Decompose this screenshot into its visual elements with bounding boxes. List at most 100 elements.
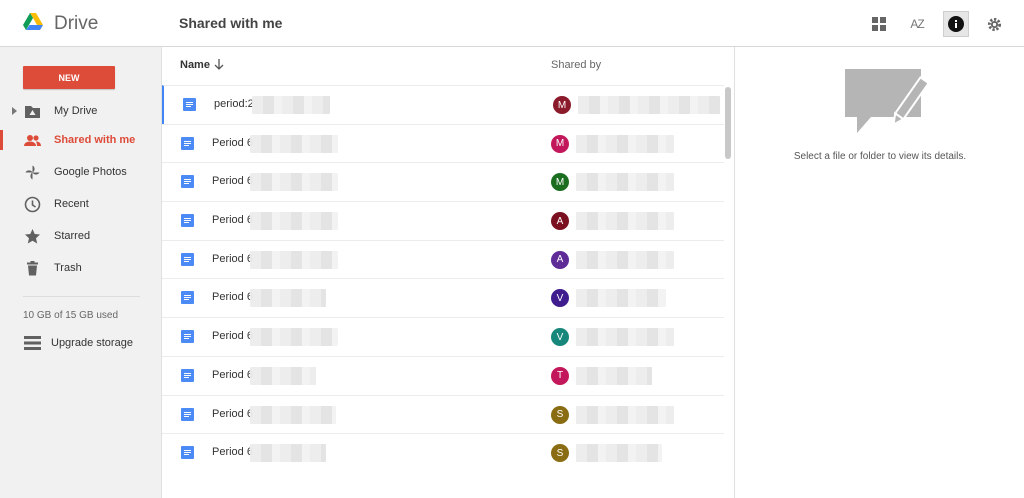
google-doc-icon bbox=[181, 368, 194, 382]
table-row[interactable]: Period 6 V bbox=[162, 317, 724, 356]
table-row[interactable]: Period 6 S bbox=[162, 433, 724, 472]
sidebar-item-label: My Drive bbox=[54, 105, 98, 117]
file-list: Name Shared by period:2 M Period 6 M Per… bbox=[162, 47, 734, 498]
avatar: T bbox=[551, 366, 569, 385]
table-row[interactable]: Period 6 A bbox=[162, 201, 724, 240]
file-name: Period 6 bbox=[212, 446, 253, 459]
avatar: A bbox=[551, 250, 569, 269]
sort-down-arrow-icon[interactable] bbox=[214, 58, 224, 70]
redacted-owner bbox=[576, 250, 674, 269]
redacted-owner bbox=[578, 96, 720, 114]
sidebar-item-label: Google Photos bbox=[54, 166, 127, 178]
new-button[interactable]: NEW bbox=[23, 66, 115, 89]
clock-icon bbox=[24, 196, 41, 213]
shared-people-icon bbox=[24, 135, 41, 146]
upgrade-storage-link[interactable]: Upgrade storage bbox=[0, 331, 162, 355]
redacted-owner bbox=[576, 328, 674, 347]
google-doc-icon bbox=[181, 252, 194, 266]
details-comment-edit-icon bbox=[845, 69, 931, 133]
file-name: Period 6 bbox=[212, 175, 253, 188]
sort-button[interactable]: AZ bbox=[904, 11, 930, 37]
redacted-text bbox=[250, 289, 326, 308]
google-doc-icon bbox=[181, 214, 194, 228]
avatar: S bbox=[551, 444, 569, 463]
google-doc-icon bbox=[181, 175, 194, 189]
drive-logo-icon[interactable] bbox=[23, 13, 43, 31]
redacted-owner bbox=[576, 444, 662, 463]
info-icon bbox=[948, 16, 964, 32]
avatar: M bbox=[551, 173, 569, 192]
table-row[interactable]: Period 6 M bbox=[162, 123, 724, 163]
sidebar: NEW My Drive Shared with me Google Photo… bbox=[0, 47, 162, 498]
sort-az-icon: AZ bbox=[910, 17, 924, 31]
file-name: Period 6 bbox=[212, 291, 253, 304]
redacted-owner bbox=[576, 173, 674, 192]
redacted-text bbox=[250, 212, 338, 231]
file-name: Period 6 bbox=[212, 136, 253, 149]
file-name: Period 6 bbox=[212, 330, 253, 343]
name-column-header[interactable]: Name bbox=[180, 59, 210, 71]
photos-pinwheel-icon bbox=[25, 165, 40, 180]
table-row[interactable]: Period 6 T bbox=[162, 355, 724, 395]
star-icon bbox=[25, 229, 40, 244]
avatar: M bbox=[551, 134, 569, 153]
grid-view-icon bbox=[872, 17, 886, 31]
grid-view-button[interactable] bbox=[866, 11, 892, 37]
avatar: V bbox=[551, 289, 569, 308]
rows-container: period:2 M Period 6 M Period 6 M Period … bbox=[162, 85, 734, 472]
avatar: A bbox=[551, 212, 569, 231]
file-name: Period 6 bbox=[212, 407, 253, 420]
google-doc-icon bbox=[183, 98, 196, 111]
redacted-text bbox=[250, 173, 338, 192]
sidebar-item-shared-with-me[interactable]: Shared with me bbox=[0, 125, 162, 155]
table-row[interactable]: period:2 M bbox=[162, 85, 724, 124]
gear-icon bbox=[987, 17, 1001, 31]
sidebar-item-google-photos[interactable]: Google Photos bbox=[0, 157, 162, 187]
redacted-text bbox=[250, 134, 338, 153]
sidebar-item-my-drive[interactable]: My Drive bbox=[0, 96, 162, 126]
details-toggle-button[interactable] bbox=[943, 11, 969, 37]
redacted-owner bbox=[576, 289, 666, 308]
google-doc-icon bbox=[181, 407, 194, 421]
sidebar-item-recent[interactable]: Recent bbox=[0, 189, 162, 219]
avatar: S bbox=[551, 405, 569, 424]
settings-button[interactable] bbox=[981, 11, 1007, 37]
redacted-owner bbox=[576, 405, 674, 424]
table-row[interactable]: Period 6 V bbox=[162, 278, 724, 317]
sidebar-item-label: Shared with me bbox=[54, 134, 136, 146]
file-name: Period 6 bbox=[212, 214, 253, 227]
redacted-text bbox=[250, 405, 336, 424]
upgrade-storage-label: Upgrade storage bbox=[51, 337, 133, 349]
file-name: Period 6 bbox=[212, 252, 253, 265]
sidebar-item-label: Trash bbox=[54, 262, 82, 274]
sidebar-item-label: Starred bbox=[54, 230, 91, 242]
top-bar: Drive Shared with me AZ bbox=[0, 0, 1024, 47]
google-doc-icon bbox=[181, 446, 194, 460]
table-row[interactable]: Period 6 A bbox=[162, 239, 724, 279]
page-title: Shared with me bbox=[179, 15, 283, 31]
sidebar-item-starred[interactable]: Starred bbox=[0, 221, 162, 251]
expand-arrow-icon[interactable] bbox=[12, 107, 17, 115]
file-name: period:2 bbox=[214, 98, 254, 110]
shared-by-column-header[interactable]: Shared by bbox=[551, 59, 601, 71]
my-drive-icon bbox=[25, 106, 40, 118]
file-name: Period 6 bbox=[212, 368, 253, 381]
google-doc-icon bbox=[181, 136, 194, 150]
trash-icon bbox=[27, 261, 38, 276]
column-header: Name Shared by bbox=[162, 47, 734, 85]
avatar: M bbox=[553, 96, 571, 114]
redacted-owner bbox=[576, 366, 652, 385]
google-doc-icon bbox=[181, 291, 194, 305]
redacted-owner bbox=[576, 212, 674, 231]
details-panel: Select a file or folder to view its deta… bbox=[734, 47, 1024, 498]
table-row[interactable]: Period 6 M bbox=[162, 162, 724, 201]
redacted-text bbox=[250, 328, 338, 347]
sidebar-item-trash[interactable]: Trash bbox=[0, 253, 162, 283]
table-row[interactable]: Period 6 S bbox=[162, 394, 724, 434]
redacted-owner bbox=[576, 134, 674, 153]
redacted-text bbox=[250, 444, 326, 463]
app-title[interactable]: Drive bbox=[54, 13, 98, 35]
redacted-text bbox=[252, 96, 330, 114]
redacted-text bbox=[250, 250, 338, 269]
scrollbar-thumb[interactable] bbox=[725, 87, 731, 159]
